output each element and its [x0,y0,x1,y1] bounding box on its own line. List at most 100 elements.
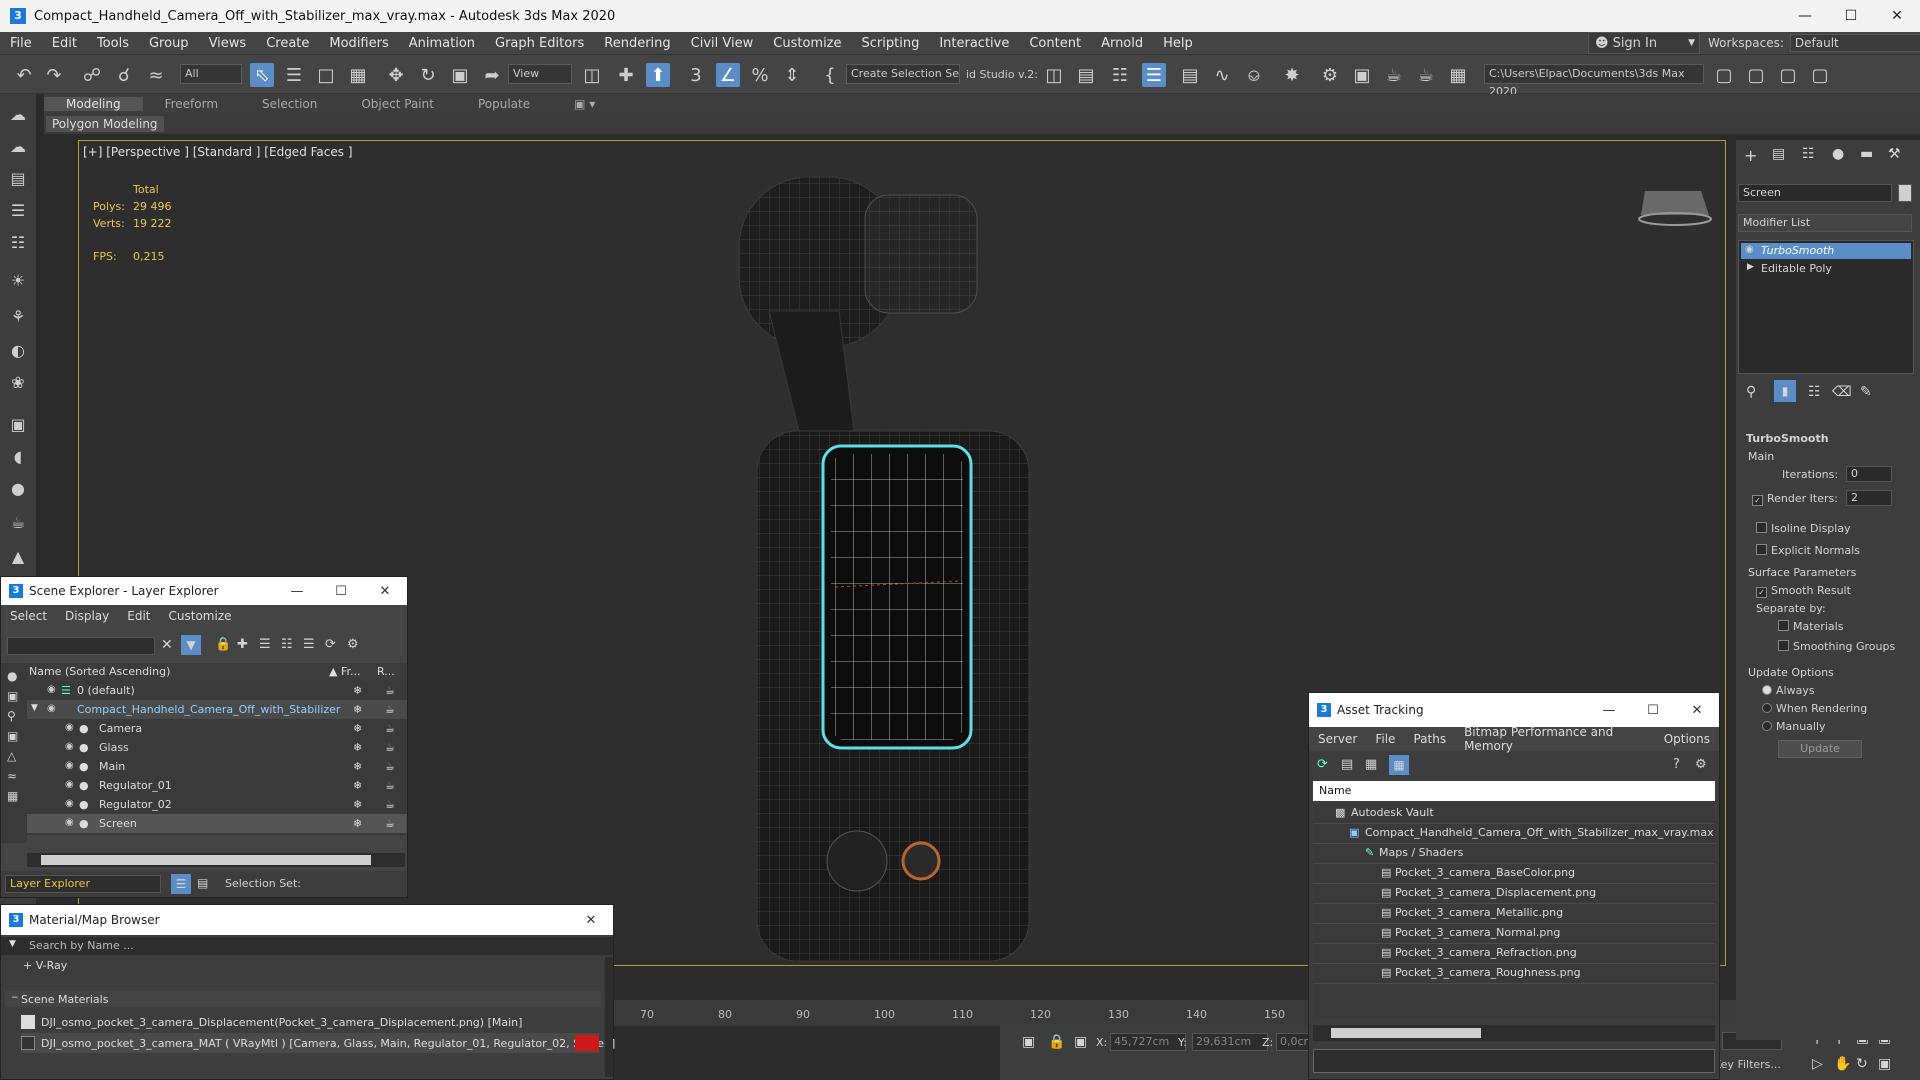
list-item[interactable]: ▤ Pocket_3_camera_Normal.png [1313,923,1715,944]
smooth-result-checkbox[interactable]: ✓ [1756,587,1767,598]
select-by-name-icon[interactable]: ☰ [282,63,306,87]
freeze-icon[interactable]: ❄ [353,760,362,773]
refresh-icon[interactable]: ⟳ [1317,757,1328,772]
eye-icon[interactable]: ◉ [65,722,74,733]
eye-icon[interactable]: ◉ [65,817,74,828]
list-item[interactable]: ◉ ● Screen ❄ ☕ [27,814,407,833]
modifier-list-dropdown[interactable]: Modifier List [1738,214,1912,232]
lights-icon[interactable]: ☀ [6,268,30,292]
eye-icon[interactable]: ◉ [65,760,74,771]
create-tab-icon[interactable]: + [1744,146,1757,165]
cone-icon[interactable]: ▲ [6,544,30,568]
set-project-icon[interactable]: ▢ [1744,63,1768,87]
scene-explorer-toggle-icon[interactable]: ▤ [6,166,30,190]
modify-tab-icon[interactable]: ▤ [1772,146,1785,162]
freeze-icon[interactable]: ❄ [353,817,362,830]
pivot-icon[interactable]: ◫ [580,63,604,87]
eye-icon[interactable]: ◉ [47,703,56,714]
expand-arrow-icon[interactable]: ▼ [31,703,38,713]
keyboard-shortcut-icon[interactable]: ⬆ [646,63,670,87]
edit-named-selection-icon[interactable]: { [818,63,842,87]
selection-filter-dropdown[interactable]: All [180,64,242,84]
x-coordinate-field[interactable]: 45,727cm [1110,1033,1186,1051]
utilities-tab-icon[interactable]: ⚒ [1888,146,1901,162]
render-teapot-icon[interactable]: ☕ [385,684,395,697]
menu-tools[interactable]: Tools [87,36,139,51]
ribbon-options-icon[interactable]: ▣ ▾ [552,97,617,111]
undo-icon[interactable]: ↶ [12,63,36,87]
clear-search-icon[interactable]: ✕ [161,637,173,653]
isoline-display-checkbox[interactable] [1756,522,1767,533]
vault-settings-icon[interactable]: ⚙ [1695,757,1707,772]
expand-arrow-icon[interactable]: ▶ [1747,262,1754,272]
angle-snap-icon[interactable]: ∠ [716,63,740,87]
y-coordinate-field[interactable]: 29,631cm [1192,1033,1268,1051]
minimize-button[interactable]: — [1587,703,1631,718]
freeze-icon[interactable]: ❄ [353,703,362,716]
list-item[interactable]: ▣ Compact_Handheld_Camera_Off_with_Stabil… [1313,823,1715,844]
freeze-icon[interactable]: ❄ [353,684,362,697]
object-color-swatch[interactable] [1898,184,1912,202]
list-item[interactable]: ◉ ● Camera ❄ ☕ [27,719,407,738]
tab-modeling[interactable]: Modeling [44,97,143,111]
stack-item-turbosmooth[interactable]: TurboSmooth [1741,243,1911,259]
settings-icon[interactable]: ⚙ [347,637,359,652]
scene-explorer-icon[interactable]: ☷ [1108,63,1132,87]
menu-arnold[interactable]: Arnold [1091,36,1153,51]
render-production-icon[interactable]: ☕ [1382,63,1406,87]
manually-radio[interactable] [1762,721,1772,731]
render-iters-checkbox[interactable]: ✓ [1752,495,1763,506]
freeze-icon[interactable]: ❄ [353,741,362,754]
systems-icon[interactable]: ▣ [6,412,30,436]
lock-icon[interactable]: 🔒 [1048,1034,1065,1050]
eye-icon[interactable]: ◉ [65,779,74,790]
orbit-icon[interactable]: ↻ [1856,1056,1868,1072]
pin-stack-icon[interactable]: ⚲ [1746,384,1756,400]
maximize-button[interactable]: ☐ [319,584,363,599]
scrollbar-thumb[interactable] [1331,1028,1481,1038]
project-path-field[interactable]: C:\Users\Elpac\Documents\3ds Max 2020 [1484,64,1704,98]
geometry-filter-icon[interactable]: ▣ [7,689,18,703]
explicit-normals-checkbox[interactable] [1756,544,1767,555]
save-project-icon[interactable]: ▢ [1776,63,1800,87]
project-folder-icon[interactable]: ▢ [1712,63,1736,87]
layer-hierarchy-icon[interactable]: ☷ [281,637,293,652]
menu-display[interactable]: Display [56,609,118,623]
scene-explorer-titlebar[interactable]: 3 Scene Explorer - Layer Explorer — ☐ ✕ [1,577,407,605]
unlink-icon[interactable]: ☌ [112,63,136,87]
tab-object-paint[interactable]: Object Paint [339,97,456,111]
menu-bitmap-performance[interactable]: Bitmap Performance and Memory [1455,725,1655,753]
render-teapot-icon[interactable]: ☕ [385,703,395,716]
material-search-input[interactable]: Search by Name ... [29,939,134,952]
fov-icon[interactable]: ▷ [1812,1056,1823,1072]
show-end-result-icon[interactable]: ▮ [1774,380,1796,402]
maximize-viewport-icon[interactable]: ▣ [1878,1056,1891,1072]
explorer-mode-dropdown[interactable]: Layer Explorer [5,875,161,893]
render-teapot-icon[interactable]: ☕ [385,817,395,830]
render-setup-icon[interactable]: ⚙ [1318,63,1342,87]
freeze-icon[interactable]: ❄ [353,798,362,811]
turbosmooth-rollout-title[interactable]: TurboSmooth [1746,432,1829,445]
menu-content[interactable]: Content [1019,36,1091,51]
named-selection-set-dropdown[interactable]: Create Selection Se [846,64,960,84]
render-teapot-icon[interactable]: ☕ [385,779,395,792]
remove-modifier-icon[interactable]: ⌫ [1832,384,1852,400]
menu-help[interactable]: Help [1153,36,1203,51]
layer-explorer-icon[interactable]: ☰ [1142,63,1166,87]
menu-modifiers[interactable]: Modifiers [319,36,398,51]
move-icon[interactable]: ✥ [384,63,408,87]
project-settings-icon[interactable]: ▢ [1808,63,1832,87]
spacewarps-icon[interactable]: ❀ [6,370,30,394]
menu-create[interactable]: Create [256,36,319,51]
menu-edit[interactable]: Edit [42,36,87,51]
menu-file[interactable]: File [0,36,42,51]
place-icon[interactable]: ➦ [480,63,504,87]
materials-checkbox[interactable] [1778,620,1789,631]
link-icon[interactable]: ☍ [80,63,104,87]
redo-icon[interactable]: ↷ [42,63,66,87]
add-to-layer-icon[interactable]: ☰ [259,637,271,652]
cameras-filter-icon[interactable]: ▣ [7,729,18,743]
render-iterative-icon[interactable]: ☕ [1414,63,1438,87]
list-view-icon[interactable]: ▤ [1341,757,1353,772]
smoothing-groups-checkbox[interactable] [1778,640,1789,651]
